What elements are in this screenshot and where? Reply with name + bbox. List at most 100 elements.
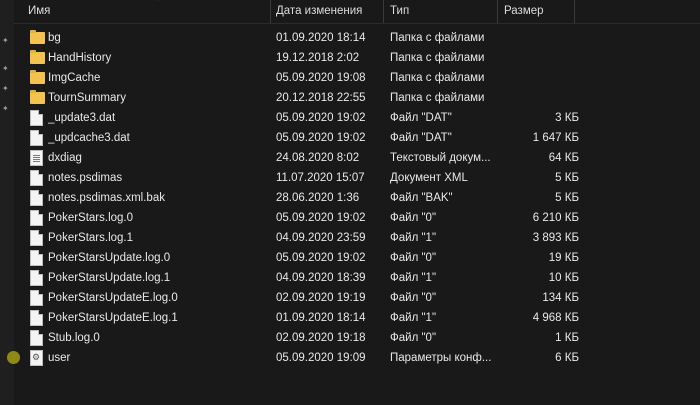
column-divider[interactable] <box>383 0 384 23</box>
file-row[interactable]: _update3.dat 05.09.2020 19:02 Файл "DAT" 3 … <box>14 108 700 128</box>
file-date: 28.06.2020 1:36 <box>276 192 360 204</box>
file-row[interactable]: PokerStarsUpdateE.log.1 01.09.2020 18:14 Ф… <box>14 308 700 328</box>
column-divider[interactable] <box>270 0 271 23</box>
file-icon <box>30 130 43 146</box>
file-date: 04.09.2020 18:39 <box>276 272 366 284</box>
file-name: PokerStars.log.0 <box>48 212 134 224</box>
file-name: user <box>48 352 71 364</box>
file-size: 19 КБ <box>548 252 579 264</box>
file-type: Папка с файлами <box>390 72 485 84</box>
file-name: PokerStarsUpdate.log.1 <box>48 272 171 284</box>
file-type: Файл "BAK" <box>390 192 453 204</box>
file-size: 3 КБ <box>555 112 579 124</box>
file-row[interactable]: _updcache3.dat 05.09.2020 19:02 Файл "DAT"… <box>14 128 700 148</box>
file-size: 10 КБ <box>548 272 579 284</box>
file-date: 02.09.2020 19:18 <box>276 332 366 344</box>
column-divider[interactable] <box>497 0 498 23</box>
file-size: 5 КБ <box>555 172 579 184</box>
file-type: Папка с файлами <box>390 92 485 104</box>
file-name: dxdiag <box>48 152 82 164</box>
file-type: Параметры конф... <box>390 352 492 364</box>
folder-icon <box>30 30 45 44</box>
file-date: 20.12.2018 22:55 <box>276 92 366 104</box>
column-header-date[interactable]: Дата изменения <box>276 0 362 23</box>
file-date: 04.09.2020 23:59 <box>276 232 366 244</box>
file-size: 1 647 КБ <box>532 132 579 144</box>
file-date: 05.09.2020 19:02 <box>276 132 366 144</box>
file-name: PokerStarsUpdate.log.0 <box>48 252 171 264</box>
file-row[interactable]: PokerStarsUpdate.log.1 04.09.2020 18:39 Фа… <box>14 268 700 288</box>
file-icon <box>30 310 43 326</box>
file-date: 02.09.2020 19:19 <box>276 292 366 304</box>
file-date: 01.09.2020 18:14 <box>276 32 366 44</box>
file-date: 01.09.2020 18:14 <box>276 312 366 324</box>
file-type: Текстовый докум... <box>390 152 491 164</box>
file-row[interactable]: PokerStars.log.0 05.09.2020 19:02 Файл "0"… <box>14 208 700 228</box>
file-size <box>500 28 579 48</box>
file-row[interactable]: TournSummary 20.12.2018 22:55 Папка с файл… <box>14 88 700 108</box>
pin-icon: ✦ <box>2 36 9 45</box>
folder-icon <box>30 50 45 64</box>
file-icon <box>30 290 43 306</box>
file-row[interactable]: user 05.09.2020 19:09 Параметры конф... 6 К… <box>14 348 700 368</box>
file-row[interactable]: notes.psdimas 11.07.2020 15:07 Документ XM… <box>14 168 700 188</box>
file-name: ImgCache <box>48 72 101 84</box>
file-date: 05.09.2020 19:09 <box>276 352 366 364</box>
file-row[interactable]: dxdiag 24.08.2020 8:02 Текстовый докум... 6… <box>14 148 700 168</box>
file-name: notes.psdimas.xml.bak <box>48 192 165 204</box>
file-row[interactable]: PokerStarsUpdate.log.0 05.09.2020 19:02 Фа… <box>14 248 700 268</box>
file-name: bg <box>48 32 61 44</box>
file-type: Файл "1" <box>390 272 437 284</box>
file-row[interactable]: Stub.log.0 02.09.2020 19:18 Файл "0" 1 КБ <box>14 328 700 348</box>
file-name: HandHistory <box>48 52 112 64</box>
file-type: Файл "1" <box>390 312 437 324</box>
file-icon <box>30 110 43 126</box>
file-size <box>500 68 579 88</box>
file-name: PokerStars.log.1 <box>48 232 134 244</box>
text-file-icon <box>30 150 43 166</box>
file-name: _update3.dat <box>48 112 116 124</box>
file-row[interactable]: PokerStars.log.1 04.09.2020 23:59 Файл "1"… <box>14 228 700 248</box>
column-header-name[interactable]: Имя <box>28 0 50 23</box>
file-date: 05.09.2020 19:08 <box>276 72 366 84</box>
config-file-icon <box>30 350 43 366</box>
file-type: Файл "0" <box>390 252 437 264</box>
file-name: TournSummary <box>48 92 126 104</box>
column-header-size[interactable]: Размер <box>504 0 544 23</box>
file-type: Файл "0" <box>390 212 437 224</box>
file-row[interactable]: PokerStarsUpdateE.log.0 02.09.2020 19:19 Ф… <box>14 288 700 308</box>
file-date: 05.09.2020 19:02 <box>276 252 366 264</box>
file-type: Файл "DAT" <box>390 132 452 144</box>
folder-icon <box>30 70 45 84</box>
file-row[interactable]: ImgCache 05.09.2020 19:08 Папка с файлами <box>14 68 700 88</box>
sort-caret-icon[interactable]: ⌃ <box>154 0 162 8</box>
file-name: notes.psdimas <box>48 172 123 184</box>
file-date: 05.09.2020 19:02 <box>276 212 366 224</box>
file-size <box>500 48 579 68</box>
column-divider[interactable] <box>574 0 575 23</box>
file-name: Stub.log.0 <box>48 332 100 344</box>
file-date: 19.12.2018 2:02 <box>276 52 360 64</box>
file-icon <box>30 190 43 206</box>
file-icon <box>30 270 43 286</box>
column-header-type[interactable]: Тип <box>390 0 409 23</box>
file-name: PokerStarsUpdateE.log.1 <box>48 312 178 324</box>
file-type: Файл "0" <box>390 332 437 344</box>
navigation-pane-edge[interactable]: ✦ ✦ ✦ ✦ <box>0 0 14 405</box>
file-icon <box>30 210 43 226</box>
file-size: 5 КБ <box>555 192 579 204</box>
column-header-bar: ⌃ Имя Дата изменения Тип Размер <box>14 0 700 24</box>
file-size: 4 968 КБ <box>532 312 579 324</box>
file-size: 1 КБ <box>555 332 579 344</box>
file-row[interactable]: bg 01.09.2020 18:14 Папка с файлами <box>14 28 700 48</box>
file-size: 6 210 КБ <box>532 212 579 224</box>
file-size <box>500 88 579 108</box>
file-type: Папка с файлами <box>390 52 485 64</box>
file-name: _updcache3.dat <box>48 132 130 144</box>
file-name: PokerStarsUpdateE.log.0 <box>48 292 178 304</box>
file-row[interactable]: HandHistory 19.12.2018 2:02 Папка с файлам… <box>14 48 700 68</box>
pin-icon: ✦ <box>2 84 9 93</box>
file-type: Файл "DAT" <box>390 112 452 124</box>
folder-icon <box>30 90 45 104</box>
file-row[interactable]: notes.psdimas.xml.bak 28.06.2020 1:36 Файл… <box>14 188 700 208</box>
